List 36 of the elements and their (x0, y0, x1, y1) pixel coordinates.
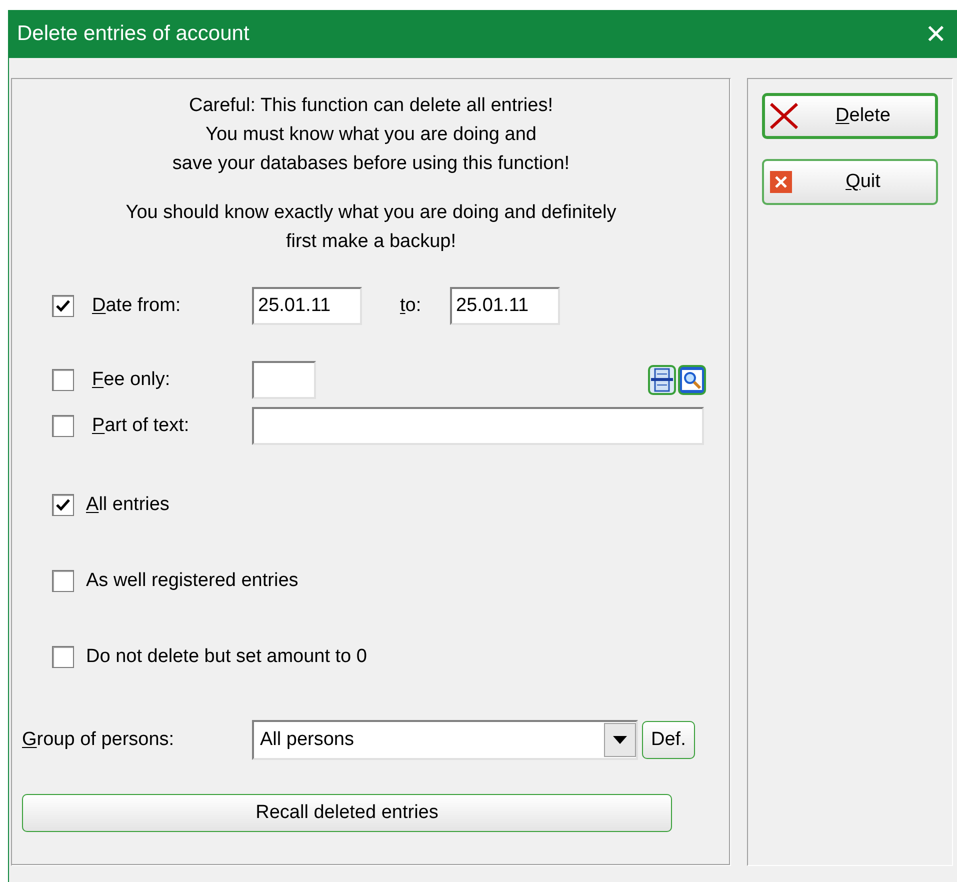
def-button[interactable]: Def. (642, 721, 695, 759)
group-dropdown[interactable]: All persons (252, 720, 638, 760)
warning-text: You must know what you are doing and (206, 123, 536, 147)
option-label: As well registered entries (86, 568, 298, 593)
text-field[interactable] (252, 407, 704, 445)
close-button[interactable]: ✕ (921, 21, 951, 47)
search-icon[interactable] (678, 365, 706, 395)
checkbox[interactable] (52, 369, 74, 391)
delete-button[interactable]: Delete (762, 93, 938, 139)
quit-button[interactable]: Quit (762, 159, 938, 205)
checkbox[interactable] (52, 646, 74, 668)
checkmark-icon (55, 299, 71, 313)
option-label: All entries (86, 492, 170, 517)
checkbox[interactable] (52, 494, 74, 516)
option-label: Do not delete but set amount to 0 (86, 644, 367, 669)
checkmark-icon (55, 498, 71, 512)
window-title: Delete entries of account (17, 21, 250, 48)
date-to-field[interactable]: 25.01.11 (450, 287, 560, 325)
checkbox[interactable] (52, 295, 74, 317)
field-label: to: (400, 294, 422, 318)
field-label: Date from: (92, 294, 182, 318)
list-icon[interactable] (648, 365, 676, 395)
advice-text: first make a backup! (286, 230, 456, 254)
field-label: Group of persons: (22, 728, 176, 752)
warning-text: Careful: This function can delete all entries! (188, 94, 553, 118)
close-icon (770, 171, 792, 193)
cross-icon (769, 101, 799, 131)
fee-field[interactable] (252, 361, 316, 399)
checkbox[interactable] (52, 415, 74, 437)
checkbox[interactable] (52, 570, 74, 592)
date-from-field[interactable]: 25.01.11 (252, 287, 362, 325)
warning-text: save your databases before using this function! (172, 152, 570, 176)
field-label: Part of text: (92, 414, 190, 438)
field-label: Fee only: (92, 368, 172, 392)
recall-button[interactable]: Recall deleted entries (22, 794, 672, 832)
advice-text: You should know exactly what you are doing and definitely (126, 201, 616, 225)
